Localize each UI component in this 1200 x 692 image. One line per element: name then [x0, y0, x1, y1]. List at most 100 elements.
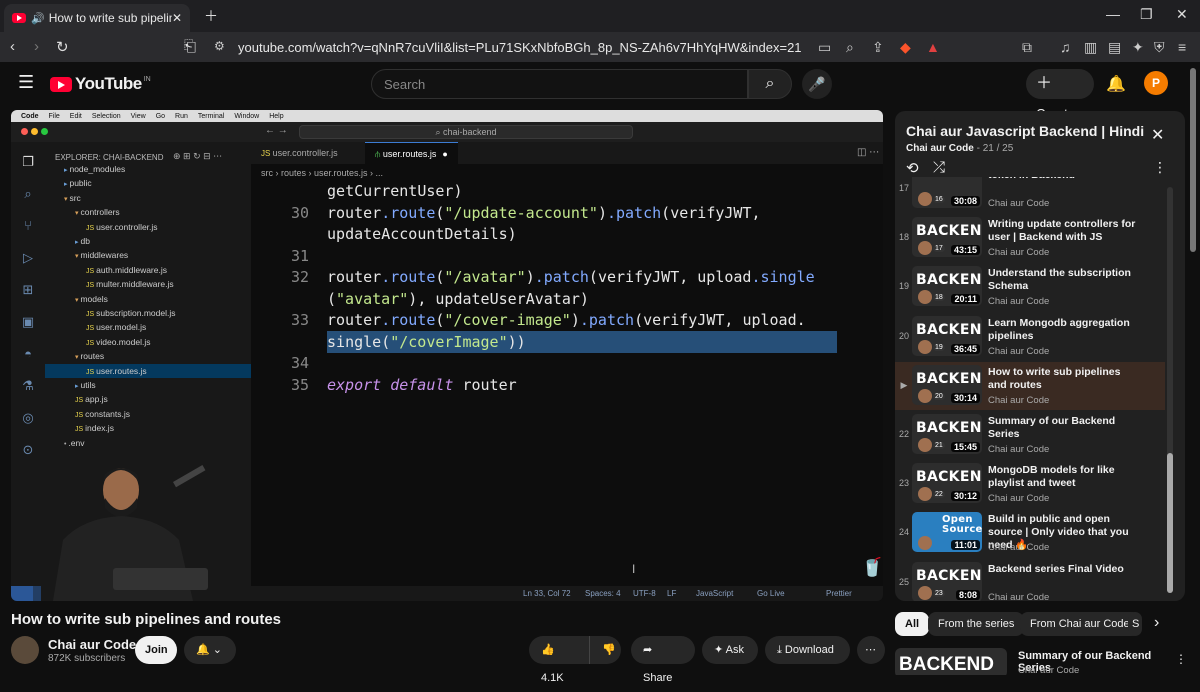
playlist-scroll-thumb[interactable] — [1167, 453, 1173, 593]
video-thumbnail[interactable]: Open Source 11:01 — [912, 512, 982, 553]
search-input[interactable]: Search — [371, 69, 748, 99]
tree-item-label: .env — [68, 437, 85, 448]
playlist-menu-icon[interactable]: ⋮ — [1153, 159, 1167, 176]
youtube-logo-text: YouTube — [75, 74, 142, 93]
mac-menu-item: Selection — [91, 112, 121, 120]
code-text: router.route("/avatar").patch(verifyJWT,… — [327, 268, 815, 286]
mac-menu-item: Go — [155, 112, 166, 120]
close-playlist-icon[interactable]: ✕ — [1151, 125, 1164, 145]
reload-icon[interactable]: ↻ — [56, 38, 69, 56]
close-tab-icon[interactable]: ✕ — [172, 11, 182, 25]
cast-icon[interactable]: ▭ — [818, 39, 831, 56]
filter-chip[interactable]: From Chai aur Code — [1020, 612, 1140, 636]
vpn-icon[interactable]: ⛨ — [1154, 39, 1165, 56]
menu-icon[interactable]: ≡ — [1178, 39, 1186, 55]
restore-icon[interactable]: ❐ — [1140, 6, 1153, 23]
video-player[interactable]: Code File Edit Selection View Go Run Terminal Wi… — [11, 110, 883, 601]
like-button[interactable]: 👍 4.1K — [529, 636, 589, 684]
presenter-face — [918, 388, 932, 403]
mac-menu-item: Help — [269, 112, 284, 120]
filter-chip[interactable]: All — [895, 612, 930, 636]
video-thumbnail[interactable]: BACKEND 17 43:15 — [912, 217, 982, 258]
recommended-menu-icon[interactable]: ⋮ — [1175, 652, 1185, 666]
new-tab-icon[interactable]: ＋ — [204, 6, 218, 26]
wallet-icon[interactable]: ▤ — [1108, 39, 1121, 56]
speaker-icon[interactable]: 🔊 — [31, 12, 45, 25]
episode-badge: 17 — [933, 245, 945, 253]
playlist-item[interactable]: 20 BACKEND 19 36:45 Learn Mongodb aggregatio… — [895, 313, 1165, 361]
site-settings-icon[interactable]: ⚙ — [214, 39, 225, 53]
playlist-item[interactable]: 23 BACKEND 22 30:12 MongoDB models for like … — [895, 460, 1165, 508]
chips-next-icon[interactable]: › — [1154, 614, 1159, 632]
tree-item-label: controllers — [80, 207, 120, 218]
more-actions-button[interactable]: ⋯ — [857, 636, 885, 664]
page-scrollbar[interactable] — [1189, 68, 1197, 668]
join-button[interactable]: Join — [135, 636, 177, 664]
page-scroll-thumb[interactable] — [1190, 68, 1196, 252]
playlist-video-channel: Chai aur Code — [988, 591, 1050, 601]
video-thumbnail[interactable]: BACKEND 23 8:08 — [912, 561, 982, 601]
recommended-video[interactable]: BACKEND Summary of our Backend Series Ch… — [895, 648, 1185, 675]
bell-icon[interactable]: 🔔 — [1106, 74, 1126, 94]
bookmark-icon[interactable]: ⎗ — [184, 38, 196, 55]
brave-rewards-icon[interactable]: ▲ — [926, 39, 940, 55]
playlist-scrollbar[interactable] — [1167, 187, 1173, 593]
playlist-item[interactable]: 22 BACKEND 21 15:45 Summary of our Backend S… — [895, 411, 1165, 459]
playlist-item[interactable]: 19 BACKEND 18 20:11 Understand the subscript… — [895, 263, 1165, 311]
subscribed-button[interactable]: 🔔 ⌄ — [184, 636, 236, 664]
address-bar-row: ‹ › ↻ ⎗ ⚙ youtube.com/watch?v=qNnR7cuVli… — [0, 32, 1200, 62]
account-avatar[interactable]: P — [1144, 71, 1168, 95]
playlist-item[interactable]: 17 16 30:08 token in Backend Chai aur Code — [895, 177, 1165, 213]
video-thumbnail[interactable]: BACKEND 19 36:45 — [912, 315, 982, 356]
mac-menu-item: View — [130, 112, 146, 120]
create-button[interactable]: ＋ Create — [1026, 69, 1094, 121]
ask-button[interactable]: ✦ Ask — [702, 636, 758, 664]
video-thumbnail[interactable]: BACKEND 20 30:14 — [912, 364, 982, 405]
filter-chip[interactable]: S — [1128, 612, 1142, 636]
code-text: router.route("/cover-image").patch(verif… — [327, 311, 806, 329]
browser-tab[interactable]: 🔊 How to write sub pipelines ar ✕ — [4, 4, 190, 32]
youtube-logo[interactable]: YouTube IN — [50, 74, 151, 94]
back-icon[interactable]: ‹ — [10, 38, 15, 55]
zoom-icon[interactable]: ⌕ — [846, 39, 854, 56]
sidebar-icon[interactable]: ▥ — [1084, 39, 1097, 56]
channel-name[interactable]: Chai aur Code — [48, 637, 136, 652]
thumb-text: BACKEND — [916, 420, 982, 436]
remote-icon: ▣ — [21, 314, 35, 329]
loop-icon[interactable]: ⟲ — [906, 159, 919, 177]
code-line: getCurrentUser) — [251, 180, 883, 202]
search-button[interactable]: ⌕ — [748, 69, 792, 99]
leo-ai-icon[interactable]: ✦ — [1132, 39, 1144, 56]
playlist-title[interactable]: Chai aur Javascript Backend | Hindi — [906, 123, 1144, 139]
video-thumbnail[interactable]: BACKEND 22 30:12 — [912, 463, 982, 504]
shuffle-icon[interactable]: ⤮ — [933, 159, 945, 176]
minimize-icon[interactable]: — — [1106, 6, 1120, 22]
video-thumbnail[interactable]: BACKEND 21 15:45 — [912, 414, 982, 454]
tab-search-icon[interactable]: ⧉ — [1022, 39, 1032, 56]
share-button[interactable]: ➦ Share — [631, 636, 695, 684]
playlist-item[interactable]: 25 BACKEND 23 8:08 Backend series Final Vide… — [895, 559, 1165, 601]
language-mode: JavaScript — [696, 589, 734, 598]
dislike-button[interactable]: 👎 — [589, 636, 621, 664]
line-number: 32 — [290, 268, 309, 286]
close-window-icon[interactable]: ✕ — [1176, 6, 1188, 23]
forward-icon[interactable]: › — [34, 38, 39, 55]
playlist-item[interactable]: 18 BACKEND 17 43:15 Writing update controlle… — [895, 214, 1165, 262]
channel-avatar[interactable] — [11, 636, 39, 664]
share-page-icon[interactable]: ⇪ — [872, 39, 884, 56]
code-text: getCurrentUser) — [327, 182, 463, 200]
file-icon: JS — [86, 325, 97, 333]
voice-search-button[interactable]: 🎤 — [802, 69, 832, 99]
playlist-item[interactable]: ▶ BACKEND 20 30:14 How to write sub pipeline… — [895, 361, 1165, 410]
media-icon[interactable]: ♫ — [1060, 39, 1071, 55]
filter-chip[interactable]: From the series — [928, 612, 1025, 636]
hamburger-menu-icon[interactable]: ☰ — [18, 72, 34, 93]
download-button[interactable]: ⤓ Download — [765, 636, 850, 664]
brave-shield-icon[interactable]: ◆ — [900, 39, 911, 56]
video-thumbnail[interactable]: 16 30:08 — [912, 177, 982, 208]
presenter-face — [918, 536, 932, 551]
url-field[interactable]: ⚙ youtube.com/watch?v=qNnR7cuVliI&list=P… — [206, 35, 806, 59]
playlist-item[interactable]: 24 Open Source 11:01 Build in public and op… — [895, 509, 1165, 557]
video-thumbnail[interactable]: BACKEND 18 20:11 — [912, 266, 982, 307]
playlist-channel[interactable]: Chai aur Code — [906, 143, 974, 154]
